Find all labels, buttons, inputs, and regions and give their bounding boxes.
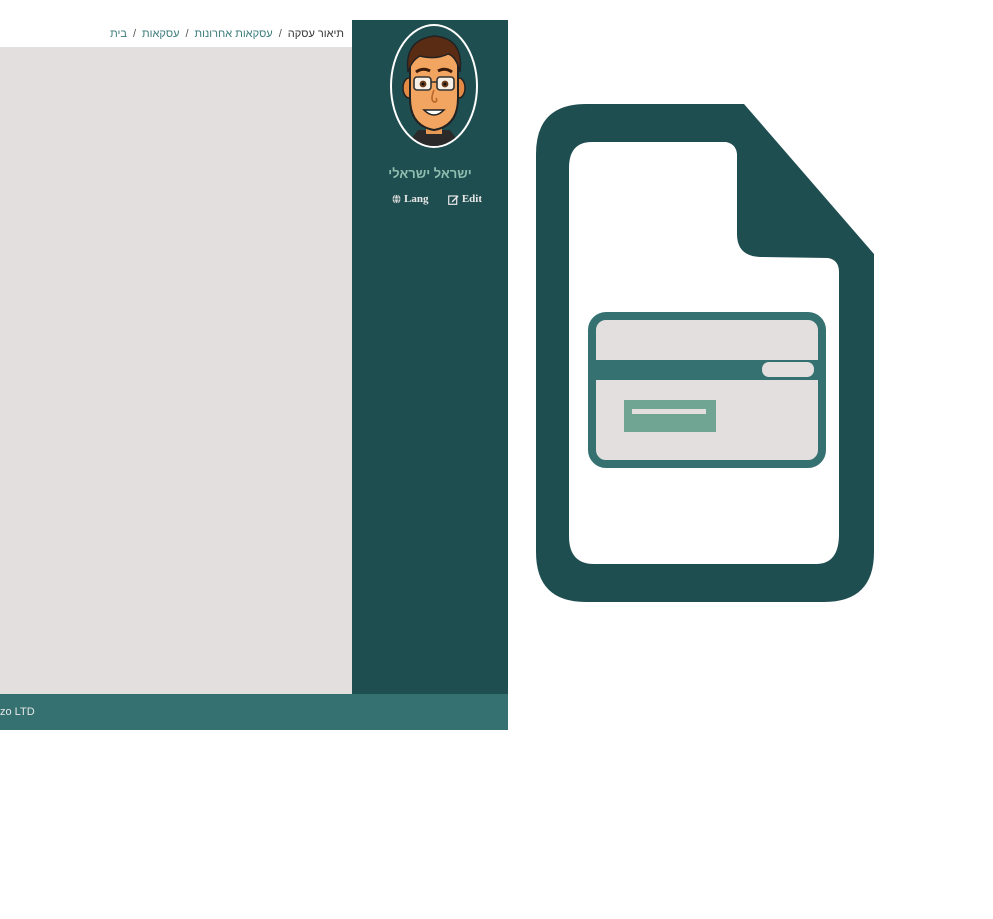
edit-icon (447, 194, 459, 205)
user-name[interactable]: ישראל ישראלי (352, 166, 508, 181)
edit-label: Edit (461, 193, 482, 205)
breadcrumb-home[interactable]: בית (110, 28, 127, 40)
lang-label: Lang (404, 193, 429, 205)
avatar[interactable] (390, 24, 478, 148)
footer-text: zo LTD (0, 706, 35, 718)
globe-icon (392, 194, 401, 204)
breadcrumb-separator: / (132, 27, 137, 40)
sidebar-actions: Lang Edit (392, 193, 482, 209)
top-bar: בית / עסקאות / עסקאות אחרונות / תיאור עס… (0, 20, 352, 47)
user-avatar-icon (402, 35, 466, 146)
sidebar: ישראל ישראלי Lang Edit (352, 20, 508, 694)
app-window: בית / עסקאות / עסקאות אחרונות / תיאור עס… (0, 20, 508, 730)
breadcrumb-transactions[interactable]: עסקאות (142, 28, 179, 40)
footer: zo LTD (0, 694, 508, 730)
breadcrumb-separator: / (185, 27, 189, 40)
breadcrumb-separator: / (278, 27, 282, 40)
lang-button[interactable]: Lang (392, 193, 428, 205)
breadcrumb-current: תיאור עסקה (287, 27, 344, 40)
breadcrumb-recent-transactions[interactable]: עסקאות אחרונות (195, 28, 273, 40)
breadcrumb: בית / עסקאות / עסקאות אחרונות / תיאור עס… (110, 20, 344, 47)
document-credit-card-icon (536, 104, 874, 602)
edit-button[interactable]: Edit (447, 193, 482, 205)
